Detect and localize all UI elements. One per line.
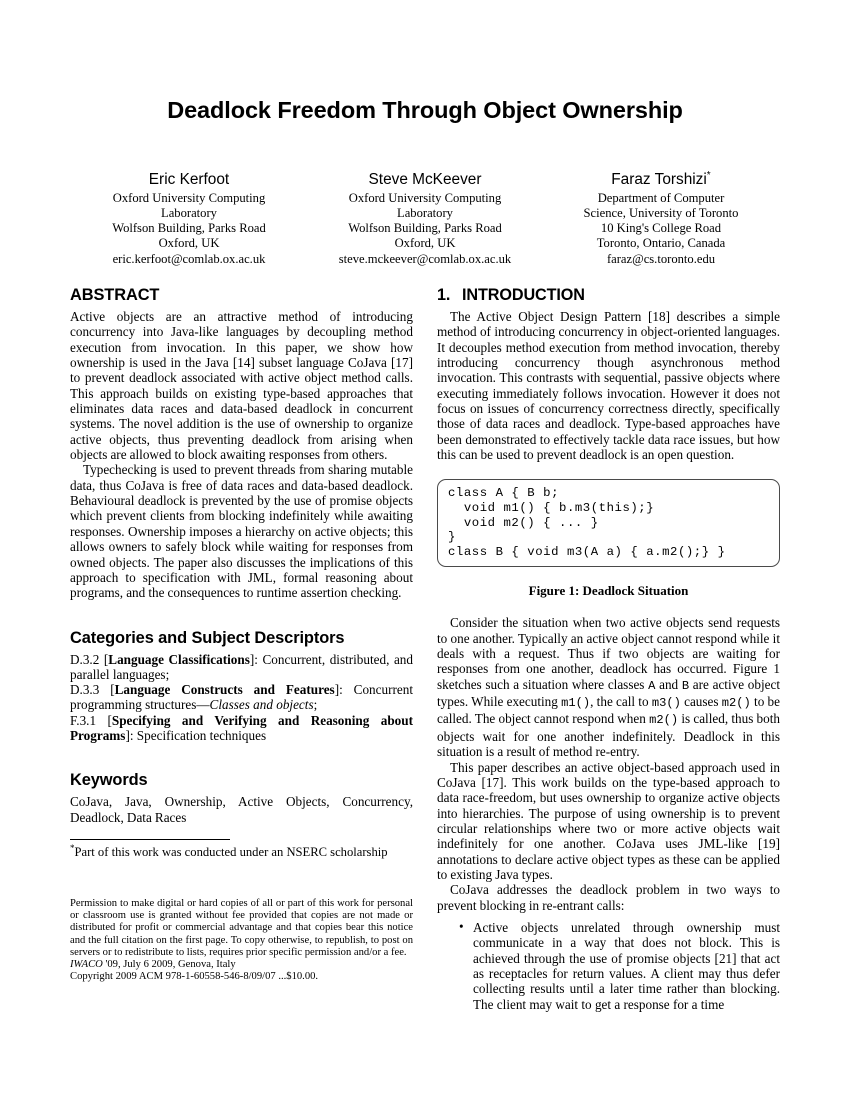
author-name-text: Steve McKeever	[368, 171, 482, 188]
author-block: Eric Kerfoot Oxford University Computing…	[0, 169, 850, 267]
figure-1: class A { B b; void m1() { b.m3(this);} …	[437, 479, 780, 599]
venue-details: '09, July 6 2009, Genova, Italy	[102, 959, 236, 971]
code-box: class A { B b; void m1() { b.m3(this);} …	[437, 479, 780, 568]
paper-page: Deadlock Freedom Through Object Ownershi…	[0, 0, 850, 1100]
figure-1-code: class A { B b; void m1() { b.m3(this);} …	[448, 486, 726, 559]
intro-paragraph-4: CoJava addresses the deadlock problem in…	[437, 882, 780, 913]
inline-code-m1: m1()	[561, 696, 591, 711]
affiliation-line: Oxford University Computing	[348, 191, 502, 206]
categories-heading: Categories and Subject Descriptors	[70, 628, 345, 647]
category-code: D.3.3	[70, 682, 100, 698]
affiliation-line: Laboratory	[397, 206, 453, 221]
section-number: 1.	[437, 286, 451, 304]
inline-code-m3: m3()	[651, 696, 681, 711]
author-email: faraz@cs.toronto.edu	[606, 251, 716, 266]
author-name: Steve McKeever	[369, 171, 482, 189]
affiliation-line: Laboratory	[161, 206, 217, 221]
author-name: Eric Kerfoot	[149, 171, 229, 189]
keywords-heading: Keywords	[70, 771, 148, 790]
author-entry: Eric Kerfoot Oxford University Computing…	[71, 171, 307, 267]
inline-code-m2-first: m2()	[721, 696, 751, 711]
category-code: D.3.2	[70, 651, 100, 667]
category-entry-2: D.3.3 [Language Constructs and Features]…	[70, 682, 413, 713]
author-affiliation: Department of Computer Science, Universi…	[543, 191, 779, 266]
affiliation-line: 10 King's College Road	[600, 221, 722, 236]
intro-paragraph-2: Consider the situation when two active o…	[437, 615, 780, 759]
author-name-text: Faraz Torshizi	[611, 171, 707, 188]
inline-code-m2-second: m2()	[649, 713, 679, 728]
introduction-heading: 1. INTRODUCTION	[437, 286, 780, 305]
intro-paragraph-1: The Active Object Design Pattern [18] de…	[437, 309, 780, 463]
author-email: eric.kerfoot@comlab.ox.ac.uk	[112, 251, 266, 266]
category-code: F.3.1	[70, 712, 97, 728]
keywords-text: CoJava, Java, Ownership, Active Objects,…	[70, 794, 413, 825]
figure-1-caption: Figure 1: Deadlock Situation	[528, 583, 689, 599]
affiliation-line: Wolfson Building, Parks Road	[348, 221, 502, 236]
affiliation-line: Oxford University Computing	[112, 191, 266, 206]
abstract-heading: ABSTRACT	[70, 286, 160, 304]
copyright-acm-line: Copyright 2009 ACM 978-1-60558-546-8/09/…	[70, 971, 319, 983]
copyright-permission: Permission to make digital or hard copie…	[70, 898, 413, 958]
author-name: Faraz Torshizi*	[611, 169, 711, 189]
abstract-paragraph-1: Active objects are an attractive method …	[70, 309, 413, 463]
category-rest: : Specification techniques	[129, 728, 267, 744]
page-title: Deadlock Freedom Through Object Ownershi…	[167, 97, 683, 123]
footnote-rule	[70, 839, 230, 840]
category-italic: Classes and objects	[209, 697, 314, 713]
p2-part5: causes	[680, 694, 722, 710]
p2-part2: and	[655, 676, 682, 692]
category-entry-3: F.3.1 [Specifying and Verifying and Reas…	[70, 712, 413, 744]
author-affiliation: Oxford University Computing Laboratory W…	[307, 191, 543, 266]
author-affiliation: Oxford University Computing Laboratory W…	[71, 191, 307, 266]
list-item: Active objects unrelated through ownersh…	[459, 919, 780, 1012]
affiliation-line: Toronto, Ontario, Canada	[596, 236, 726, 251]
footnote-text: Part of this work was conducted under an…	[74, 845, 388, 859]
author-name-text: Eric Kerfoot	[148, 171, 230, 188]
affiliation-line: Science, University of Toronto	[583, 206, 739, 221]
category-bracket: Language Constructs and Features	[114, 682, 335, 698]
footnote: *Part of this work was conducted under a…	[70, 843, 413, 859]
author-superscript: *	[706, 169, 711, 181]
affiliation-line: Oxford, UK	[394, 236, 456, 251]
author-entry: Steve McKeever Oxford University Computi…	[307, 171, 543, 267]
category-bracket: Language Classifications	[108, 651, 250, 667]
abstract-paragraph-2: Typechecking is used to prevent threads …	[70, 462, 413, 601]
affiliation-line: Wolfson Building, Parks Road	[112, 221, 266, 236]
category-rest-post: ;	[313, 697, 318, 713]
intro-paragraph-3: This paper describes an active object-ba…	[437, 759, 780, 882]
affiliation-line: Department of Computer	[597, 191, 725, 206]
venue-name: IWACO	[70, 959, 103, 971]
right-column: 1. INTRODUCTION The Active Object Design …	[437, 286, 780, 1012]
copyright-venue: IWACO '09, July 6 2009, Genova, Italy	[70, 959, 413, 971]
intro-bullet-list: Active objects unrelated through ownersh…	[437, 919, 780, 1012]
p2-part4: , the call to	[590, 694, 652, 710]
affiliation-line: Oxford, UK	[158, 236, 220, 251]
section-title: INTRODUCTION	[462, 286, 585, 304]
copyright-block: Permission to make digital or hard copie…	[70, 898, 413, 983]
author-email: steve.mckeever@comlab.ox.ac.uk	[338, 251, 512, 266]
category-entry-1: D.3.2 [Language Classifications]: Concur…	[70, 651, 413, 682]
author-entry: Faraz Torshizi* Department of Computer S…	[543, 169, 779, 267]
